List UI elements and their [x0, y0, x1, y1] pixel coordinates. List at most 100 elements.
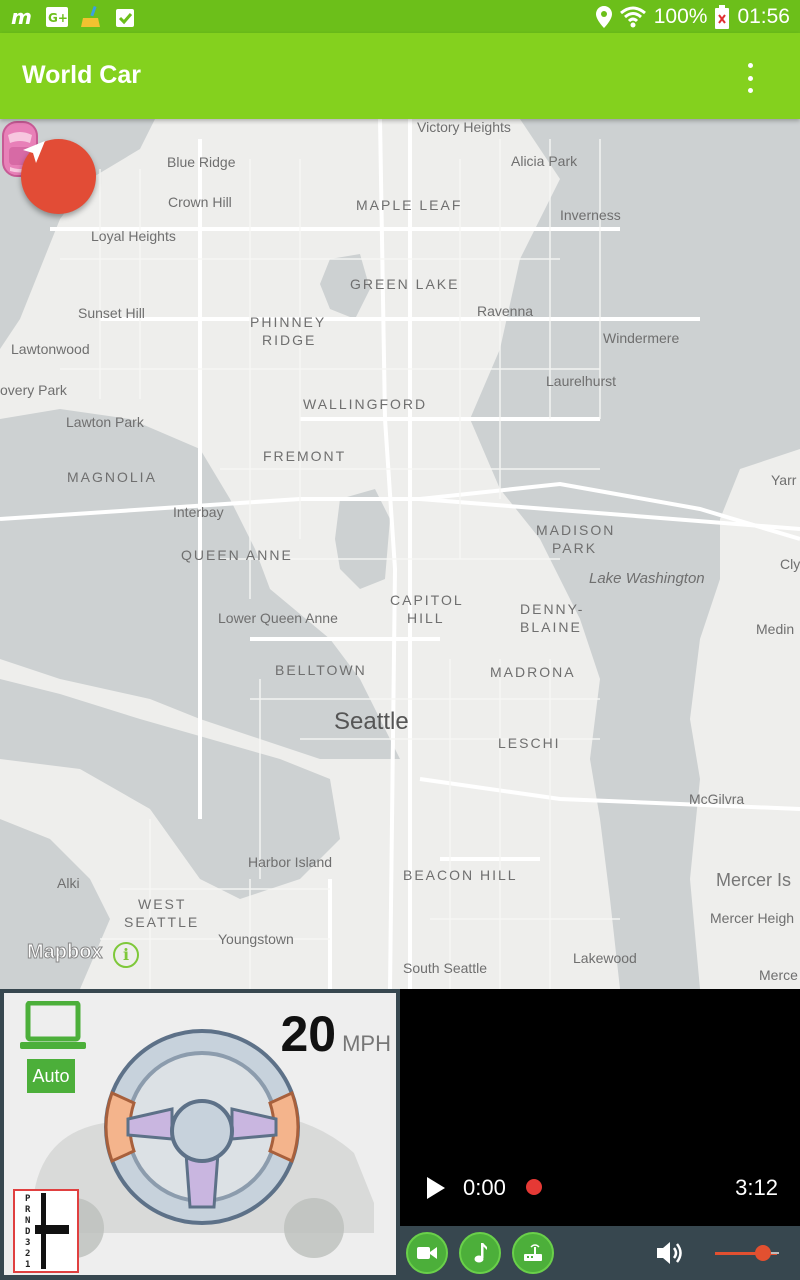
svg-text:m: m: [11, 7, 32, 27]
map-label: Mercer Heigh: [710, 910, 795, 926]
svg-text:P: P: [25, 1194, 31, 1204]
volume-slider-knob[interactable]: [755, 1245, 771, 1261]
map-label-city: Seattle: [334, 708, 409, 735]
map-label: WALLINGFORD: [303, 396, 428, 412]
speed-unit: MPH: [342, 1031, 391, 1056]
map-label: CAPITOL: [390, 592, 464, 608]
map-label: FREMONT: [263, 448, 347, 464]
clipboard-check-icon: [116, 8, 134, 27]
map-label: MAGNOLIA: [67, 469, 157, 485]
svg-text:2: 2: [25, 1249, 30, 1259]
broom-icon: [81, 5, 100, 27]
google-plus-icon: G+: [46, 6, 68, 27]
map-label: LESCHI: [498, 735, 561, 751]
map-label: Alki: [57, 875, 80, 891]
map-label: PHINNEY: [250, 314, 327, 330]
svg-text:G+: G+: [48, 11, 68, 25]
current-time: 0:00: [463, 1175, 506, 1200]
svg-text:N: N: [25, 1216, 30, 1226]
map-label: Alicia Park: [511, 153, 578, 169]
wifi-icon: [619, 6, 646, 27]
map-label: QUEEN ANNE: [181, 547, 293, 563]
svg-text:3: 3: [25, 1238, 30, 1248]
map-label: Lawton Park: [66, 414, 144, 430]
battery-icon: [715, 4, 730, 29]
bottom-panel: Auto 20 MPH P R N D 3 2 1 0:00 3:12: [0, 989, 800, 1280]
map-label: Interbay: [173, 504, 224, 520]
volume-slider-remaining: [771, 1252, 779, 1254]
gear-selector[interactable]: P R N D 3 2 1: [13, 1189, 79, 1273]
map-label: Harbor Island: [248, 854, 333, 870]
map-label: Loyal Heights: [91, 228, 176, 244]
map-label: MADRONA: [490, 664, 576, 680]
map-label: MADISON: [536, 522, 616, 538]
play-icon[interactable]: [427, 1177, 445, 1199]
map-label: Crown Hill: [168, 194, 232, 210]
m-app-icon: m: [11, 7, 32, 27]
record-indicator: [526, 1179, 542, 1195]
map-view[interactable]: Victory Heights Blue Ridge Alicia Park C…: [0, 119, 800, 989]
map-label: Inverness: [560, 207, 621, 223]
map-label: SEATTLE: [124, 914, 200, 930]
svg-text:R: R: [25, 1205, 31, 1215]
map-label: Lower Queen Anne: [218, 610, 338, 626]
map-label: WEST: [138, 896, 187, 912]
app-title: World Car: [22, 61, 141, 89]
map-label: Lake Washington: [589, 570, 705, 587]
map-label: Mercer Is: [716, 870, 792, 890]
video-camera-icon: [417, 1247, 437, 1259]
map-label: Windermere: [603, 330, 680, 346]
map-label: GREEN LAKE: [350, 276, 460, 292]
map-label: McGilvra: [689, 791, 745, 807]
clock: 01:56: [737, 4, 790, 28]
mapbox-logo[interactable]: Mapbox: [27, 941, 104, 964]
laptop-icon: [20, 1001, 86, 1049]
music-note-icon: [474, 1243, 487, 1263]
map-label: Sunset Hill: [78, 305, 145, 321]
dashboard-panel: Auto 20 MPH P R N D 3 2 1: [4, 993, 396, 1275]
map-label: Ravenna: [477, 303, 534, 319]
gear-shifter-icon: P R N D 3 2 1: [25, 1193, 69, 1270]
status-bar: m G+ 100% 01:56: [0, 0, 800, 33]
media-controls: [400, 1226, 800, 1280]
map-label: BLAINE: [520, 619, 582, 635]
map-background: [0, 119, 800, 989]
map-label: Lakewood: [573, 950, 637, 966]
duration: 3:12: [735, 1175, 778, 1200]
drive-mode-badge[interactable]: Auto: [27, 1059, 75, 1093]
map-label: RIDGE: [262, 332, 317, 348]
map-label: Youngstown: [218, 931, 294, 947]
steering-wheel-icon[interactable]: [92, 1027, 312, 1227]
svg-text:D: D: [25, 1227, 31, 1237]
map-label: South Seattle: [403, 960, 488, 976]
router-icon: [524, 1244, 542, 1261]
camera-button[interactable]: [406, 1232, 448, 1274]
map-label: BEACON HILL: [403, 867, 518, 883]
map-label: Medin: [756, 621, 795, 637]
map-label: Yarr: [771, 472, 797, 488]
navigation-arrow-icon: [23, 141, 45, 163]
music-button[interactable]: [459, 1232, 501, 1274]
map-label: BELLTOWN: [275, 662, 367, 678]
video-player[interactable]: 0:00 3:12: [400, 989, 800, 1226]
map-label: Merce: [759, 967, 798, 983]
overflow-menu-icon[interactable]: [738, 63, 762, 93]
app-bar: World Car: [0, 33, 800, 119]
map-label: overy Park: [0, 382, 67, 398]
map-label: Laurelhurst: [546, 373, 617, 389]
map-label: Victory Heights: [417, 119, 511, 135]
info-icon[interactable]: i: [113, 942, 139, 968]
map-label: DENNY-: [520, 601, 585, 617]
map-label: Lawtonwood: [11, 341, 90, 357]
battery-percent: 100%: [653, 4, 708, 28]
location-pin-icon: [595, 5, 612, 28]
map-label: MAPLE LEAF: [356, 197, 463, 213]
map-label: Blue Ridge: [167, 154, 236, 170]
locate-me-button[interactable]: [21, 139, 96, 214]
map-label: PARK: [552, 540, 598, 556]
volume-icon[interactable]: [655, 1239, 685, 1267]
svg-text:1: 1: [25, 1260, 30, 1270]
map-label: HILL: [407, 610, 445, 626]
map-label: Cly: [780, 556, 800, 572]
router-button[interactable]: [512, 1232, 554, 1274]
